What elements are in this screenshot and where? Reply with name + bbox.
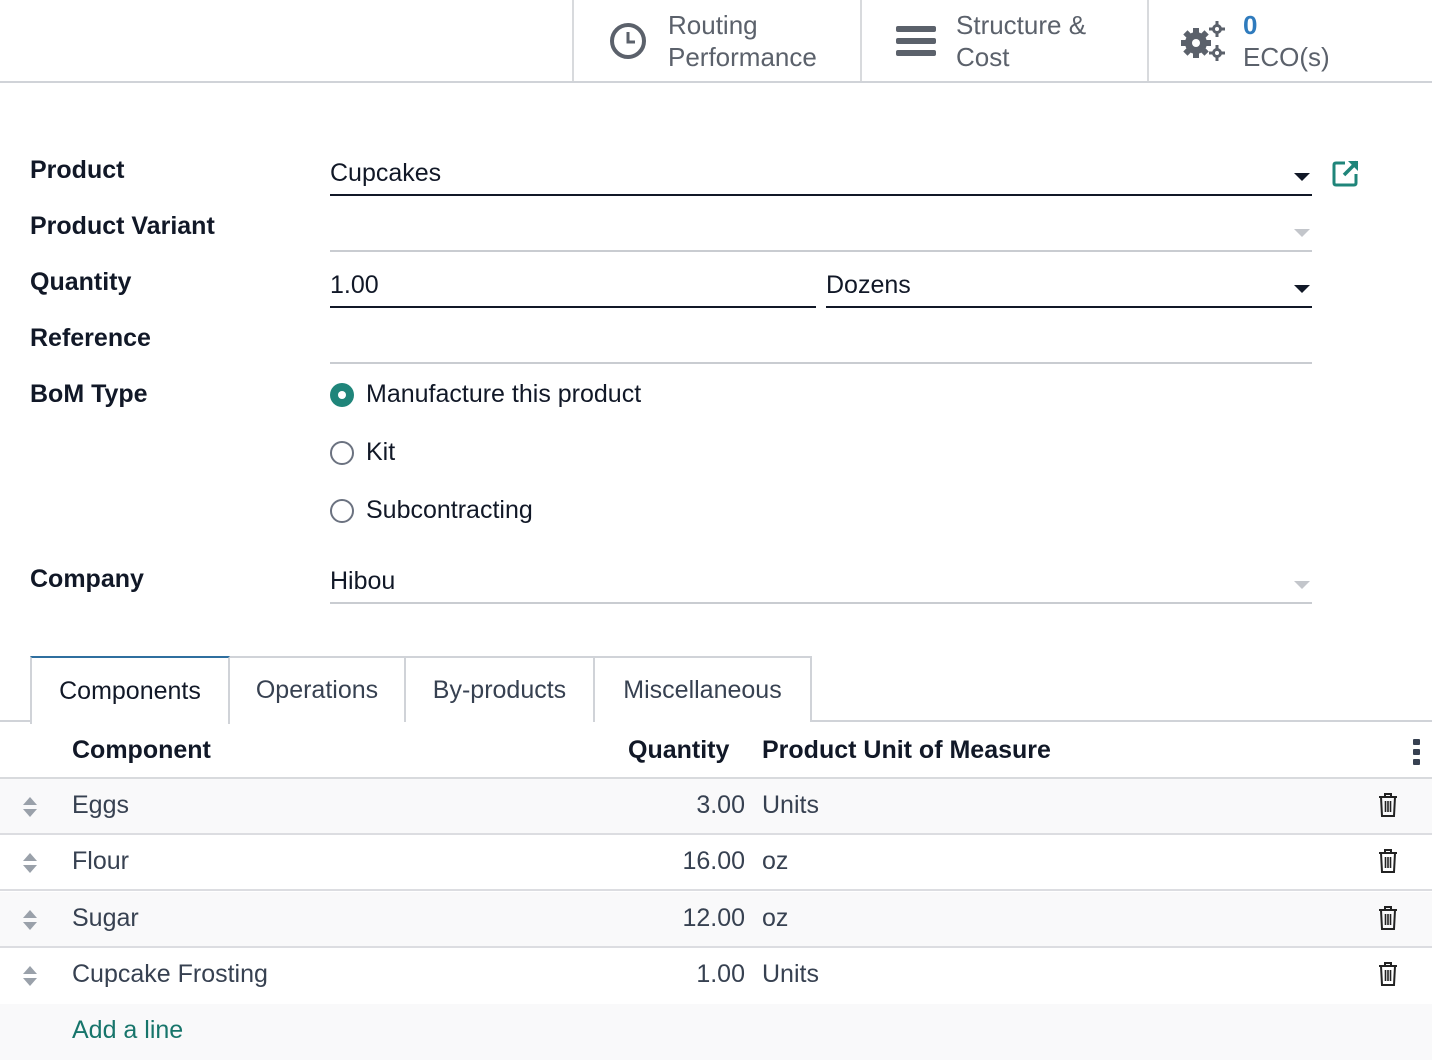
component-uom: Units <box>762 791 819 819</box>
drag-handle-icon[interactable] <box>22 852 38 874</box>
product-variant-label: Product Variant <box>30 212 215 240</box>
structure-cost-button[interactable]: Structure & Cost <box>860 0 1148 81</box>
tab-operations[interactable]: Operations <box>228 656 406 722</box>
reference-input[interactable] <box>330 320 1312 364</box>
company-field[interactable]: Hibou <box>330 560 1312 604</box>
table-row[interactable]: Flour 16.00 oz <box>0 835 1432 891</box>
component-quantity: 12.00 <box>682 904 745 932</box>
routing-performance-button[interactable]: Routing Performance <box>572 0 861 81</box>
notebook-tabs: Components Operations By-products Miscel… <box>0 656 1432 724</box>
structure-label-1: Structure & <box>956 9 1087 40</box>
smart-button-box: Routing Performance Structure & Cost 0 ECO(… <box>0 0 1432 83</box>
radio-manufacture[interactable]: Manufacture this product <box>330 380 641 409</box>
radio-unchecked-icon[interactable] <box>330 498 354 523</box>
company-label: Company <box>30 565 144 593</box>
chevron-down-icon[interactable] <box>1294 285 1310 293</box>
tab-components[interactable]: Components <box>30 656 230 724</box>
radio-subcontracting[interactable]: Subcontracting <box>330 496 533 525</box>
chevron-down-icon[interactable] <box>1294 581 1310 589</box>
clock-icon <box>608 22 648 60</box>
uom-select[interactable]: Dozens <box>826 264 1312 308</box>
radio-checked-icon[interactable] <box>330 382 354 407</box>
eco-count: 0 <box>1243 9 1258 40</box>
table-header: Component Quantity Product Unit of Measu… <box>0 722 1432 779</box>
optional-columns-icon[interactable] <box>1412 738 1422 766</box>
table-row[interactable]: Cupcake Frosting 1.00 Units <box>0 948 1432 1004</box>
product-value: Cupcakes <box>330 159 442 187</box>
component-name: Cupcake Frosting <box>72 960 268 988</box>
product-variant-field[interactable] <box>330 208 1312 252</box>
column-header-component[interactable]: Component <box>72 736 211 765</box>
structure-label-2: Cost <box>956 41 1010 72</box>
component-uom: Units <box>762 960 819 988</box>
chevron-down-icon[interactable] <box>1294 173 1310 181</box>
component-uom: oz <box>762 847 789 875</box>
bom-type-label: BoM Type <box>30 380 148 408</box>
tab-miscellaneous[interactable]: Miscellaneous <box>593 656 812 722</box>
column-header-uom[interactable]: Product Unit of Measure <box>762 736 1051 765</box>
eco-button[interactable]: 0 ECO(s) <box>1147 0 1432 81</box>
add-line-link[interactable]: Add a line <box>72 1016 183 1045</box>
quantity-input[interactable]: 1.00 <box>330 264 816 308</box>
gears-icon <box>1179 19 1227 63</box>
table-row[interactable]: Eggs 3.00 Units <box>0 779 1432 835</box>
trash-icon[interactable] <box>1377 848 1399 874</box>
trash-icon[interactable] <box>1377 961 1399 987</box>
trash-icon[interactable] <box>1377 905 1399 931</box>
company-value: Hibou <box>330 567 396 595</box>
component-uom: oz <box>762 904 789 932</box>
quantity-value: 1.00 <box>330 271 379 299</box>
quantity-label: Quantity <box>30 268 132 296</box>
component-name: Flour <box>72 847 129 875</box>
radio-label: Kit <box>366 438 396 466</box>
component-quantity: 1.00 <box>696 960 745 988</box>
bars-icon <box>896 24 936 58</box>
radio-unchecked-icon[interactable] <box>330 440 354 465</box>
drag-handle-icon[interactable] <box>22 965 38 987</box>
component-quantity: 3.00 <box>696 791 745 819</box>
eco-label: ECO(s) <box>1243 41 1330 72</box>
component-quantity: 16.00 <box>682 847 745 875</box>
uom-value: Dozens <box>826 271 911 299</box>
add-line-row: Add a line <box>0 1004 1432 1060</box>
drag-handle-icon[interactable] <box>22 909 38 931</box>
radio-kit[interactable]: Kit <box>330 438 395 467</box>
component-name: Sugar <box>72 904 139 932</box>
radio-label: Subcontracting <box>366 496 533 524</box>
table-row[interactable]: Sugar 12.00 oz <box>0 892 1432 948</box>
column-header-quantity[interactable]: Quantity <box>628 736 729 765</box>
routing-label-2: Performance <box>668 41 817 72</box>
trash-icon[interactable] <box>1377 792 1399 818</box>
component-name: Eggs <box>72 791 129 819</box>
drag-handle-icon[interactable] <box>22 796 38 818</box>
chevron-down-icon[interactable] <box>1294 229 1310 237</box>
product-field[interactable]: Cupcakes <box>330 152 1312 196</box>
routing-label-1: Routing <box>668 9 758 40</box>
external-link-icon[interactable] <box>1331 158 1361 188</box>
reference-label: Reference <box>30 324 151 352</box>
tab-by-products[interactable]: By-products <box>404 656 595 722</box>
radio-label: Manufacture this product <box>366 380 642 408</box>
product-label: Product <box>30 156 125 184</box>
